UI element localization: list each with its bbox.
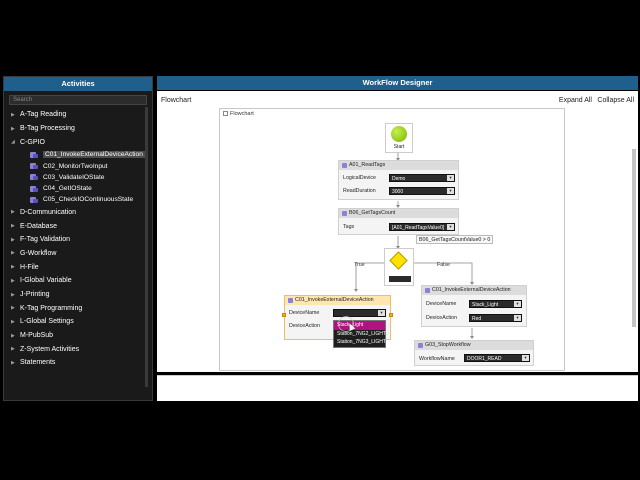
activity-title: A01_ReadTags — [339, 161, 458, 170]
connection-handle[interactable] — [389, 313, 393, 317]
get-tags-count-activity[interactable]: B06_GetTagsCount Tags [A01_ReadTagsValue… — [338, 208, 459, 235]
activity-title: C01_InvokeExternalDeviceAction — [422, 286, 526, 295]
start-label: Start — [393, 144, 405, 150]
device-action-label: DeviceAction — [289, 323, 320, 329]
combo-value: Demo — [392, 176, 406, 182]
chevron-down-icon[interactable]: ▾ — [378, 310, 385, 316]
stop-workflow-activity[interactable]: G03_StopWorkflow WorkflowName DOOR1_READ… — [414, 340, 534, 366]
false-label: False — [437, 262, 450, 268]
combo-value: Red — [472, 316, 482, 322]
activity-title: G03_StopWorkflow — [415, 341, 533, 350]
logical-device-label: LogicalDevice — [343, 175, 376, 181]
device-name-label: DeviceName — [289, 310, 320, 316]
activity-title: B06_GetTagsCount — [339, 209, 458, 218]
condition-tooltip: B06_GetTagsCountValue0 > 0 — [416, 235, 494, 244]
activity-title: C01_InvokeExternalDeviceAction — [285, 296, 390, 305]
read-duration-label: ReadDuration — [343, 188, 376, 194]
start-node[interactable]: Start — [385, 123, 413, 153]
field-value: [A01_ReadTagsValue0] — [392, 225, 445, 231]
tags-field[interactable]: [A01_ReadTagsValue0] ▾ — [389, 223, 455, 231]
device-action-combo[interactable]: Red ▾ — [469, 314, 522, 322]
decision-condition-bar — [389, 276, 411, 282]
start-circle-icon — [391, 126, 407, 142]
flow-connectors — [354, 153, 474, 339]
read-tags-activity[interactable]: A01_ReadTags LogicalDevice Demo ▾ ReadDur… — [338, 160, 459, 200]
logical-device-combo[interactable]: Demo ▾ — [389, 174, 455, 182]
tags-label: Tags — [343, 224, 355, 230]
screen: Activities Search ▶ A-Tag Reading ▶ B-Tag … — [0, 0, 640, 480]
device-action-label: DeviceAction — [426, 315, 457, 321]
chevron-down-icon[interactable]: ▾ — [514, 301, 521, 307]
connection-handle[interactable] — [282, 313, 286, 317]
combo-value: Stack_Light — [472, 302, 499, 308]
decision-diamond-icon — [389, 251, 408, 270]
device-name-combo[interactable]: ▾ — [333, 309, 386, 317]
device-name-label: DeviceName — [426, 301, 457, 307]
chevron-down-icon[interactable]: ▾ — [522, 355, 529, 361]
arrowhead — [470, 336, 474, 339]
decision-node[interactable] — [384, 248, 414, 286]
read-duration-field[interactable]: 3000 ▾ — [389, 187, 455, 195]
chevron-down-icon[interactable]: ▾ — [447, 175, 454, 181]
invoke-device-activity-right[interactable]: C01_InvokeExternalDeviceAction DeviceNam… — [421, 285, 527, 327]
true-label: True — [354, 262, 365, 268]
field-value: 3000 — [392, 189, 404, 195]
dropdown-option[interactable]: Station_7NG3_LIGHT — [334, 338, 386, 347]
arrowhead — [354, 289, 358, 292]
chevron-down-icon[interactable]: ▾ — [447, 224, 454, 230]
chevron-down-icon[interactable]: ▾ — [447, 188, 454, 194]
chevron-down-icon[interactable]: ▾ — [514, 315, 521, 321]
workflow-name-combo[interactable]: DOOR1_READ ▾ — [464, 354, 530, 362]
workflow-name-label: WorkflowName — [419, 356, 455, 362]
combo-value: DOOR1_READ — [467, 356, 502, 362]
device-name-combo[interactable]: Stack_Light ▾ — [469, 300, 522, 308]
